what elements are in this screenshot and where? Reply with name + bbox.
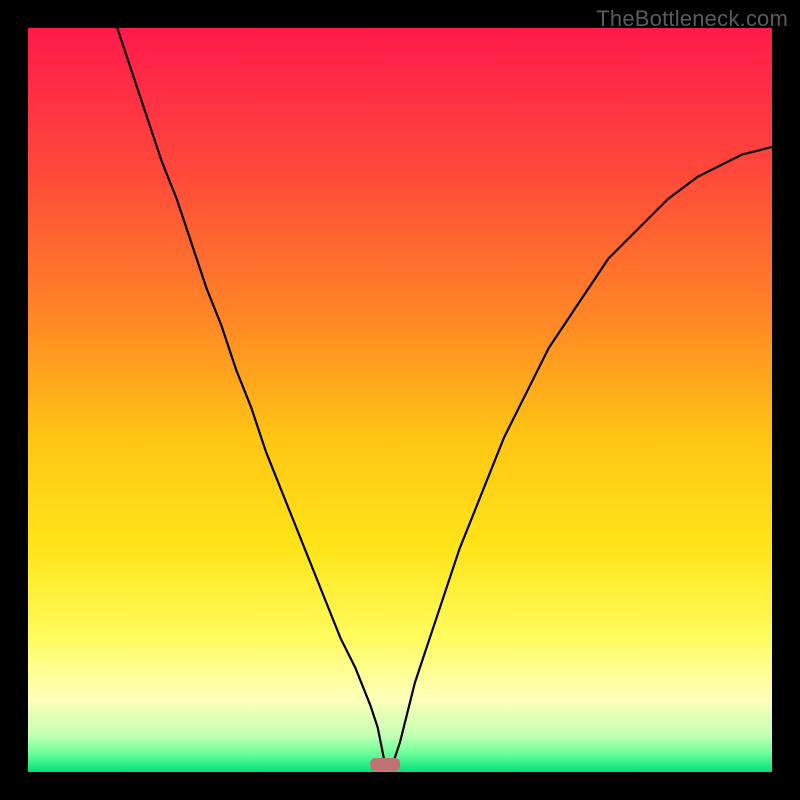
chart-svg <box>28 28 772 772</box>
gradient-background <box>28 28 772 772</box>
minimum-marker <box>370 758 400 771</box>
chart-frame: TheBottleneck.com <box>0 0 800 800</box>
plot-area <box>28 28 772 772</box>
watermark-text: TheBottleneck.com <box>596 6 788 32</box>
